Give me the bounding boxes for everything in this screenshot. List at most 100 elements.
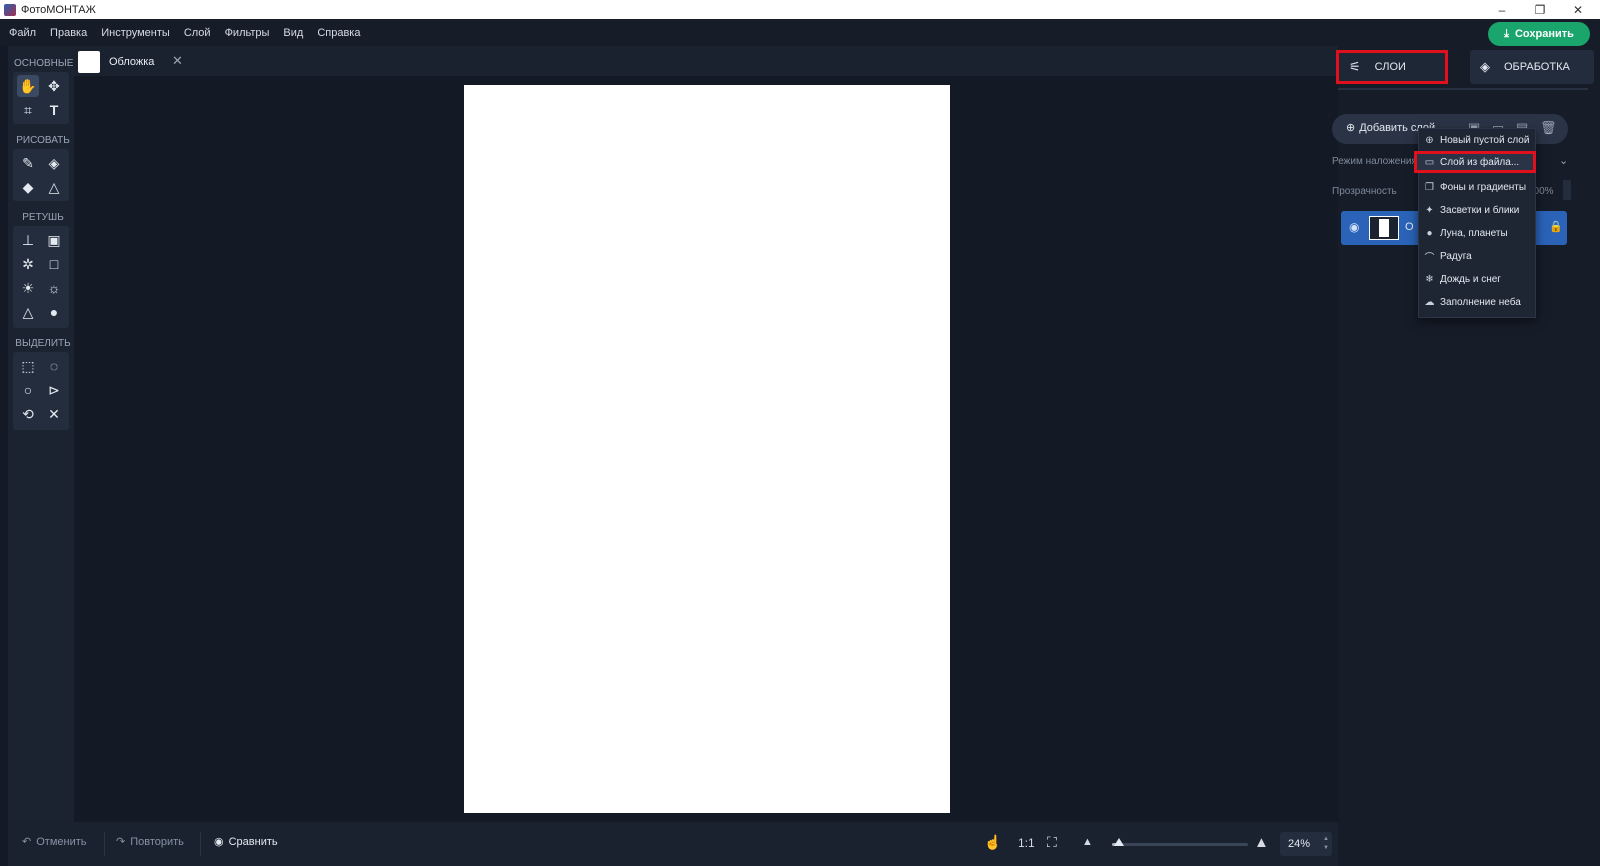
rect-select-icon[interactable]: ⬚ bbox=[17, 355, 39, 377]
tab-processing[interactable]: ◈ ОБРАБОТКА bbox=[1470, 50, 1594, 84]
section-basic-title: ОСНОВНЫЕ bbox=[14, 58, 74, 69]
window-title: ФотоМОНТАЖ bbox=[21, 3, 96, 16]
sharpen-tool-icon[interactable]: △ bbox=[17, 301, 39, 323]
title-bar: ФотоМОНТАЖ – ❐ ✕ bbox=[0, 0, 1600, 19]
eraser-tool-icon[interactable]: ◈ bbox=[43, 152, 65, 174]
crop-tool-icon[interactable]: ⌗ bbox=[17, 99, 39, 121]
text-tool-icon[interactable]: T bbox=[43, 99, 65, 121]
menu-tools[interactable]: Инструменты bbox=[101, 27, 170, 39]
tool-group-basic: ✋ ✥ ⌗ T bbox=[13, 72, 69, 124]
divider bbox=[104, 832, 105, 856]
zoom-out-mountain-icon[interactable]: ▲ bbox=[1082, 836, 1093, 848]
canvas-area[interactable] bbox=[74, 76, 1338, 822]
close-window-icon[interactable]: ✕ bbox=[1560, 0, 1596, 19]
document-tab[interactable]: Обложка ✕ bbox=[78, 49, 183, 74]
redo-label: Повторить bbox=[130, 835, 184, 848]
menu-item-light-leaks[interactable]: ✦ Засветки и блики bbox=[1419, 199, 1535, 221]
document-canvas[interactable] bbox=[464, 85, 950, 813]
section-retouch-title: РЕТУШЬ bbox=[22, 212, 64, 223]
stamp-tool-icon[interactable]: ⊥ bbox=[17, 229, 39, 251]
zoom-in-mountain-icon[interactable]: ▲ bbox=[1254, 834, 1269, 851]
menu-filters[interactable]: Фильтры bbox=[225, 27, 270, 39]
undo-icon: ↶ bbox=[22, 836, 32, 848]
compare-button[interactable]: ◉ Сравнить bbox=[214, 835, 278, 849]
menu-layer[interactable]: Слой bbox=[184, 27, 211, 39]
tab-processing-label: ОБРАБОТКА bbox=[1504, 61, 1570, 73]
frame-tool-icon[interactable]: □ bbox=[43, 253, 65, 275]
blur-drop-icon[interactable]: ● bbox=[43, 301, 65, 323]
minimize-icon[interactable]: – bbox=[1484, 0, 1520, 19]
restore-icon[interactable]: ❐ bbox=[1522, 0, 1558, 19]
menu-edit[interactable]: Правка bbox=[50, 27, 87, 39]
actual-size-button[interactable]: 1:1 bbox=[1018, 836, 1035, 850]
menu-item-label: Дождь и снег bbox=[1440, 273, 1501, 285]
menu-item-label: Фоны и градиенты bbox=[1440, 181, 1527, 193]
menu-view[interactable]: Вид bbox=[283, 27, 303, 39]
layer-thumbnail bbox=[1369, 216, 1399, 240]
magnetic-lasso-icon[interactable]: ⟲ bbox=[17, 403, 39, 425]
zoom-input[interactable]: 24% ▲ ▼ bbox=[1280, 832, 1332, 856]
magic-wand-icon[interactable]: ✕ bbox=[43, 403, 65, 425]
fill-bucket-icon[interactable]: ◆ bbox=[17, 176, 39, 198]
folder-icon: ▭ bbox=[1424, 156, 1435, 168]
zoom-slider-handle[interactable] bbox=[1114, 838, 1124, 846]
menu-item-rainbow[interactable]: ⌒ Радуга bbox=[1419, 245, 1535, 267]
menu-bar: Файл Правка Инструменты Слой Фильтры Вид… bbox=[0, 19, 1600, 46]
menu-item-rain-snow[interactable]: ❄ Дождь и снег bbox=[1419, 268, 1535, 290]
menu-item-moon-planets[interactable]: ● Луна, планеты bbox=[1419, 222, 1535, 244]
zoom-spinner-icon[interactable]: ▲ ▼ bbox=[1323, 835, 1329, 853]
tool-group-retouch: ⊥ ▣ ✲ □ ☀ ☼ △ ● bbox=[13, 226, 69, 328]
redo-button[interactable]: ↷ Повторить bbox=[116, 835, 184, 849]
rainbow-icon: ⌒ bbox=[1424, 252, 1435, 264]
brush-tool-icon[interactable]: ✎ bbox=[17, 152, 39, 174]
ellipse-select-icon[interactable]: ◌ bbox=[43, 355, 65, 377]
menu-item-backgrounds[interactable]: ❐ Фоны и градиенты bbox=[1419, 176, 1535, 198]
opacity-label: Прозрачность bbox=[1332, 186, 1397, 197]
hand-tool-icon[interactable]: ✋ bbox=[17, 75, 39, 97]
menu-item-label: Новый пустой слой bbox=[1440, 134, 1530, 146]
redo-icon: ↷ bbox=[116, 836, 126, 848]
shapes-tool-icon[interactable]: △ bbox=[43, 176, 65, 198]
polygon-lasso-icon[interactable]: ⊳ bbox=[43, 379, 65, 401]
lock-icon[interactable]: 🔒 bbox=[1549, 220, 1563, 233]
menu-file[interactable]: Файл bbox=[9, 27, 36, 39]
menu-item-sky-fill[interactable]: ☁ Заполнение неба bbox=[1419, 291, 1535, 313]
tab-layers[interactable]: ⚟ СЛОИ bbox=[1336, 50, 1448, 84]
save-button[interactable]: ⤓ Сохранить bbox=[1488, 22, 1590, 46]
app-logo-icon bbox=[4, 3, 16, 16]
menu-item-layer-from-file[interactable]: ▭ Слой из файла... bbox=[1414, 151, 1536, 173]
hand-reset-icon[interactable]: ☝ bbox=[984, 834, 1001, 851]
chevron-down-icon[interactable]: ⌄ bbox=[1559, 154, 1568, 167]
left-edge bbox=[0, 46, 8, 866]
zoom-slider[interactable] bbox=[1112, 838, 1248, 846]
layers-icon: ❐ bbox=[1425, 181, 1434, 193]
menu-help[interactable]: Справка bbox=[317, 27, 360, 39]
undo-button[interactable]: ↶ Отменить bbox=[22, 835, 86, 849]
plus-circle-icon: ⊕ bbox=[1425, 134, 1434, 146]
trash-icon[interactable]: 🗑 bbox=[1540, 120, 1557, 136]
document-thumbnail bbox=[78, 50, 100, 73]
section-draw-title: РИСОВАТЬ bbox=[16, 135, 70, 146]
section-select-title: ВЫДЕЛИТЬ bbox=[15, 338, 71, 349]
menu-item-new-empty-layer[interactable]: ⊕ Новый пустой слой bbox=[1419, 129, 1535, 151]
eye-compare-icon: ◉ bbox=[214, 836, 224, 848]
planet-icon: ● bbox=[1426, 227, 1433, 239]
healing-tool-icon[interactable]: ✲ bbox=[17, 253, 39, 275]
divider bbox=[200, 832, 201, 856]
menu-item-label: Засветки и блики bbox=[1440, 204, 1520, 216]
opacity-spinner[interactable] bbox=[1563, 180, 1571, 200]
eye-icon[interactable]: ◉ bbox=[1349, 220, 1359, 234]
document-tab-bar: Обложка ✕ bbox=[74, 46, 1338, 76]
lasso-icon[interactable]: ○ bbox=[17, 379, 39, 401]
tab-divider bbox=[1338, 88, 1588, 90]
dodge-tool-icon[interactable]: ☀ bbox=[17, 277, 39, 299]
close-tab-icon[interactable]: ✕ bbox=[172, 53, 183, 69]
layers-stack-icon: ◈ bbox=[1480, 59, 1490, 74]
fit-screen-icon[interactable]: ⛶ bbox=[1047, 834, 1057, 851]
plus-circle-icon: ⊕ bbox=[1346, 122, 1356, 134]
document-title: Обложка bbox=[109, 55, 155, 68]
move-tool-icon[interactable]: ✥ bbox=[43, 75, 65, 97]
burn-tool-icon[interactable]: ☼ bbox=[43, 277, 65, 299]
patch-tool-icon[interactable]: ▣ bbox=[43, 229, 65, 251]
cloud-icon: ☁ bbox=[1424, 296, 1435, 308]
